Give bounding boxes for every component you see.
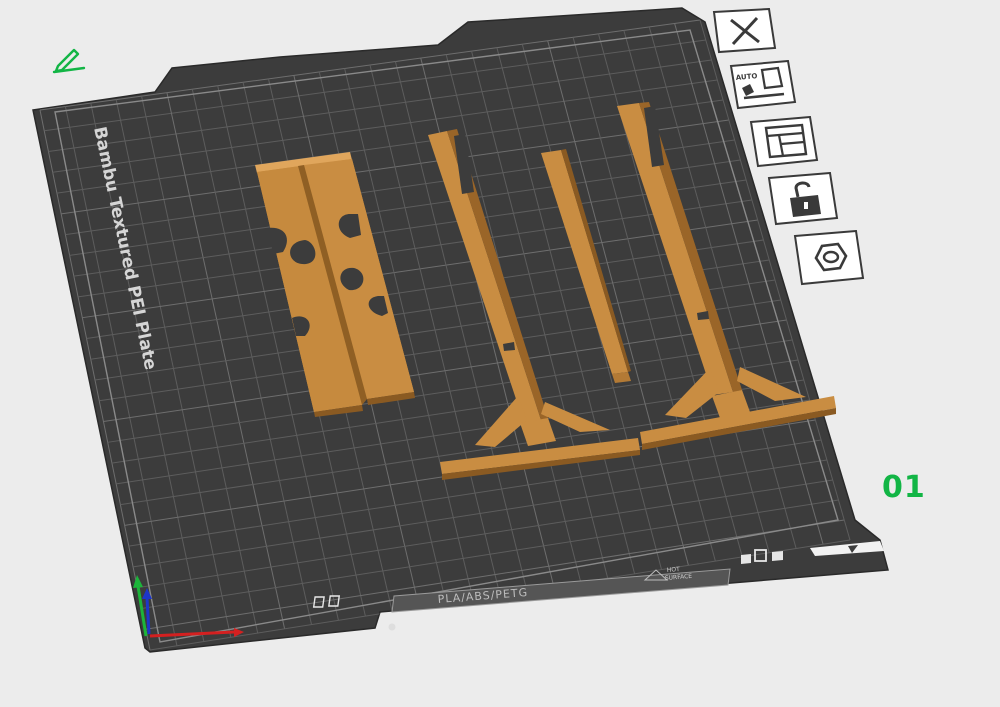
arrange-layout-button[interactable] [748, 116, 820, 168]
layout-icon [749, 116, 819, 168]
close-plate-button[interactable] [711, 8, 779, 54]
svg-text:HOT: HOT [667, 566, 681, 574]
plate-corner-marker [388, 623, 396, 631]
lock-plate-button[interactable] [766, 172, 840, 226]
auto-arrange-icon [729, 60, 797, 110]
build-plate-viewport[interactable]: PLA/ABS/PETG HOT SURFACE Bambu Textured … [0, 0, 1000, 707]
plate-settings-button[interactable] [792, 230, 866, 286]
plate-number-label[interactable]: 01 [882, 470, 926, 505]
auto-arrange-button[interactable]: AUTO [728, 60, 798, 110]
pencil-icon[interactable] [50, 44, 88, 78]
